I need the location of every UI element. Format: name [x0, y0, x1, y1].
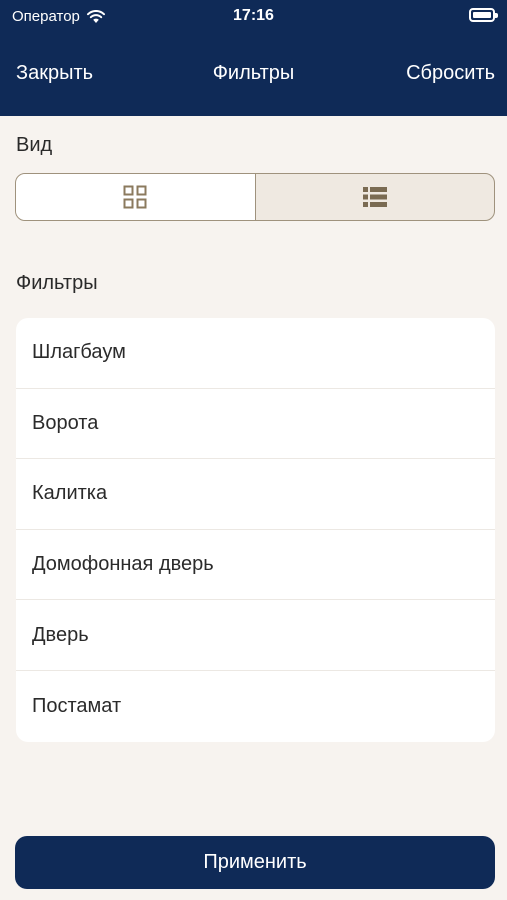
filter-item-intercom-door[interactable]: Домофонная дверь	[16, 530, 495, 601]
apply-button[interactable]: Применить	[15, 836, 495, 889]
header-bar: Оператор 17:16 Закрыть Фильтры Сбросить	[0, 0, 507, 116]
status-bar: Оператор 17:16	[0, 0, 507, 32]
filter-item-parcel-locker[interactable]: Постамат	[16, 671, 495, 742]
list-view-icon	[362, 187, 387, 207]
filter-item-wicket[interactable]: Калитка	[16, 459, 495, 530]
filter-item-door[interactable]: Дверь	[16, 600, 495, 671]
battery-icon	[469, 8, 498, 22]
view-mode-selector	[15, 173, 495, 221]
list-view-option[interactable]	[254, 174, 495, 220]
filter-item-barrier[interactable]: Шлагбаум	[16, 318, 495, 389]
battery-level	[473, 12, 491, 18]
status-time: 17:16	[233, 7, 274, 24]
grid-view-option[interactable]	[16, 174, 255, 220]
reset-button[interactable]: Сбросить	[406, 62, 495, 85]
filters-section-label: Фильтры	[16, 272, 98, 294]
view-section-label: Вид	[16, 134, 53, 156]
grid-view-icon	[123, 185, 147, 209]
filter-item-gate[interactable]: Ворота	[16, 389, 495, 460]
filters-list: Шлагбаум Ворота Калитка Домофонная дверь…	[16, 318, 495, 742]
navigation-bar: Закрыть Фильтры Сбросить	[0, 58, 507, 92]
